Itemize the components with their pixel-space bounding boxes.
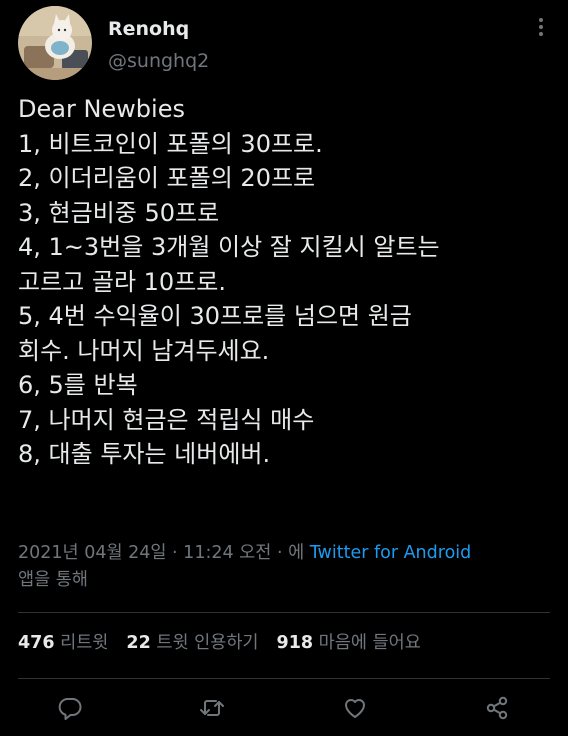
likes-count: 918: [276, 633, 314, 653]
timestamp[interactable]: 2021년 04월 24일 · 11:24 오전 · 에: [18, 543, 304, 563]
tweet-text-line: 6, 5를 반복: [18, 371, 138, 399]
engagement-stats: 476 리트윗 22 트윗 인용하기 918 마음에 들어요: [18, 628, 558, 658]
retweets-stat[interactable]: 476 리트윗: [18, 633, 108, 653]
retweet-arrows-icon: [200, 700, 224, 716]
reply-button[interactable]: [56, 694, 84, 722]
quotes-label: 트윗 인용하기: [156, 633, 259, 653]
tweet-text-line: 8, 대출 투자는 네버에버.: [18, 440, 271, 468]
like-button[interactable]: [341, 694, 369, 722]
tweet-text-line: 고르고 골라 10프로.: [18, 267, 226, 296]
likes-stat[interactable]: 918 마음에 들어요: [277, 633, 421, 653]
tweet-text: Dear Newbies 1, 비트코인이 포폴의 30프로. 2, 이더리움이…: [18, 92, 558, 472]
source-suffix: 앱을 통해: [18, 570, 88, 590]
more-options-icon[interactable]: [530, 16, 552, 38]
tweet-metadata: 2021년 04월 24일 · 11:24 오전 · 에 Twitter for…: [18, 540, 558, 594]
likes-label: 마음에 들어요: [318, 633, 421, 653]
tweet-text-line: 7, 나머지 현금은 적립식 매수: [18, 405, 315, 434]
share-nodes-icon: [486, 696, 508, 720]
retweets-count: 476: [18, 633, 55, 653]
speech-bubble-icon: [58, 698, 82, 720]
tweet-text-line: 5, 4번 수익율이 30프로를 넘으면 원금: [18, 302, 412, 330]
tweet-text-line: Dear Newbies: [18, 95, 185, 123]
action-bar: [0, 688, 568, 728]
tweet-text-line: 1, 비트코인이 포폴의 30프로.: [18, 129, 323, 158]
retweets-label: 리트윗: [60, 633, 109, 653]
tweet-text-line: 3, 현금비중 50프로: [18, 198, 220, 227]
source-app-link[interactable]: Twitter for Android: [310, 543, 472, 563]
tweet-text-line: 회수. 나머지 남겨두세요.: [18, 336, 270, 365]
user-handle[interactable]: @sunghq2: [108, 50, 209, 72]
tweet-text-line: 4, 1~3번을 3개월 이상 잘 지킬시 알트는: [18, 233, 440, 261]
share-button[interactable]: [483, 694, 511, 722]
tweet-text-line: 2, 이더리움이 포폴의 20프로: [18, 164, 316, 192]
heart-icon: [345, 699, 365, 718]
display-name[interactable]: Renohq: [108, 18, 189, 40]
timestamp-line: 2021년 04월 24일 · 11:24 오전 · 에 Twitter for…: [18, 540, 558, 567]
avatar[interactable]: [18, 6, 92, 80]
retweet-button[interactable]: [198, 694, 226, 722]
quotes-count: 22: [126, 633, 151, 653]
divider: [18, 612, 550, 613]
quotes-stat[interactable]: 22 트윗 인용하기: [126, 633, 258, 653]
divider: [18, 678, 550, 679]
tweet-header: Renohq @sunghq2: [18, 6, 558, 86]
tweet-detail: Renohq @sunghq2 Dear Newbies 1, 비트코인이 포폴…: [0, 0, 568, 736]
